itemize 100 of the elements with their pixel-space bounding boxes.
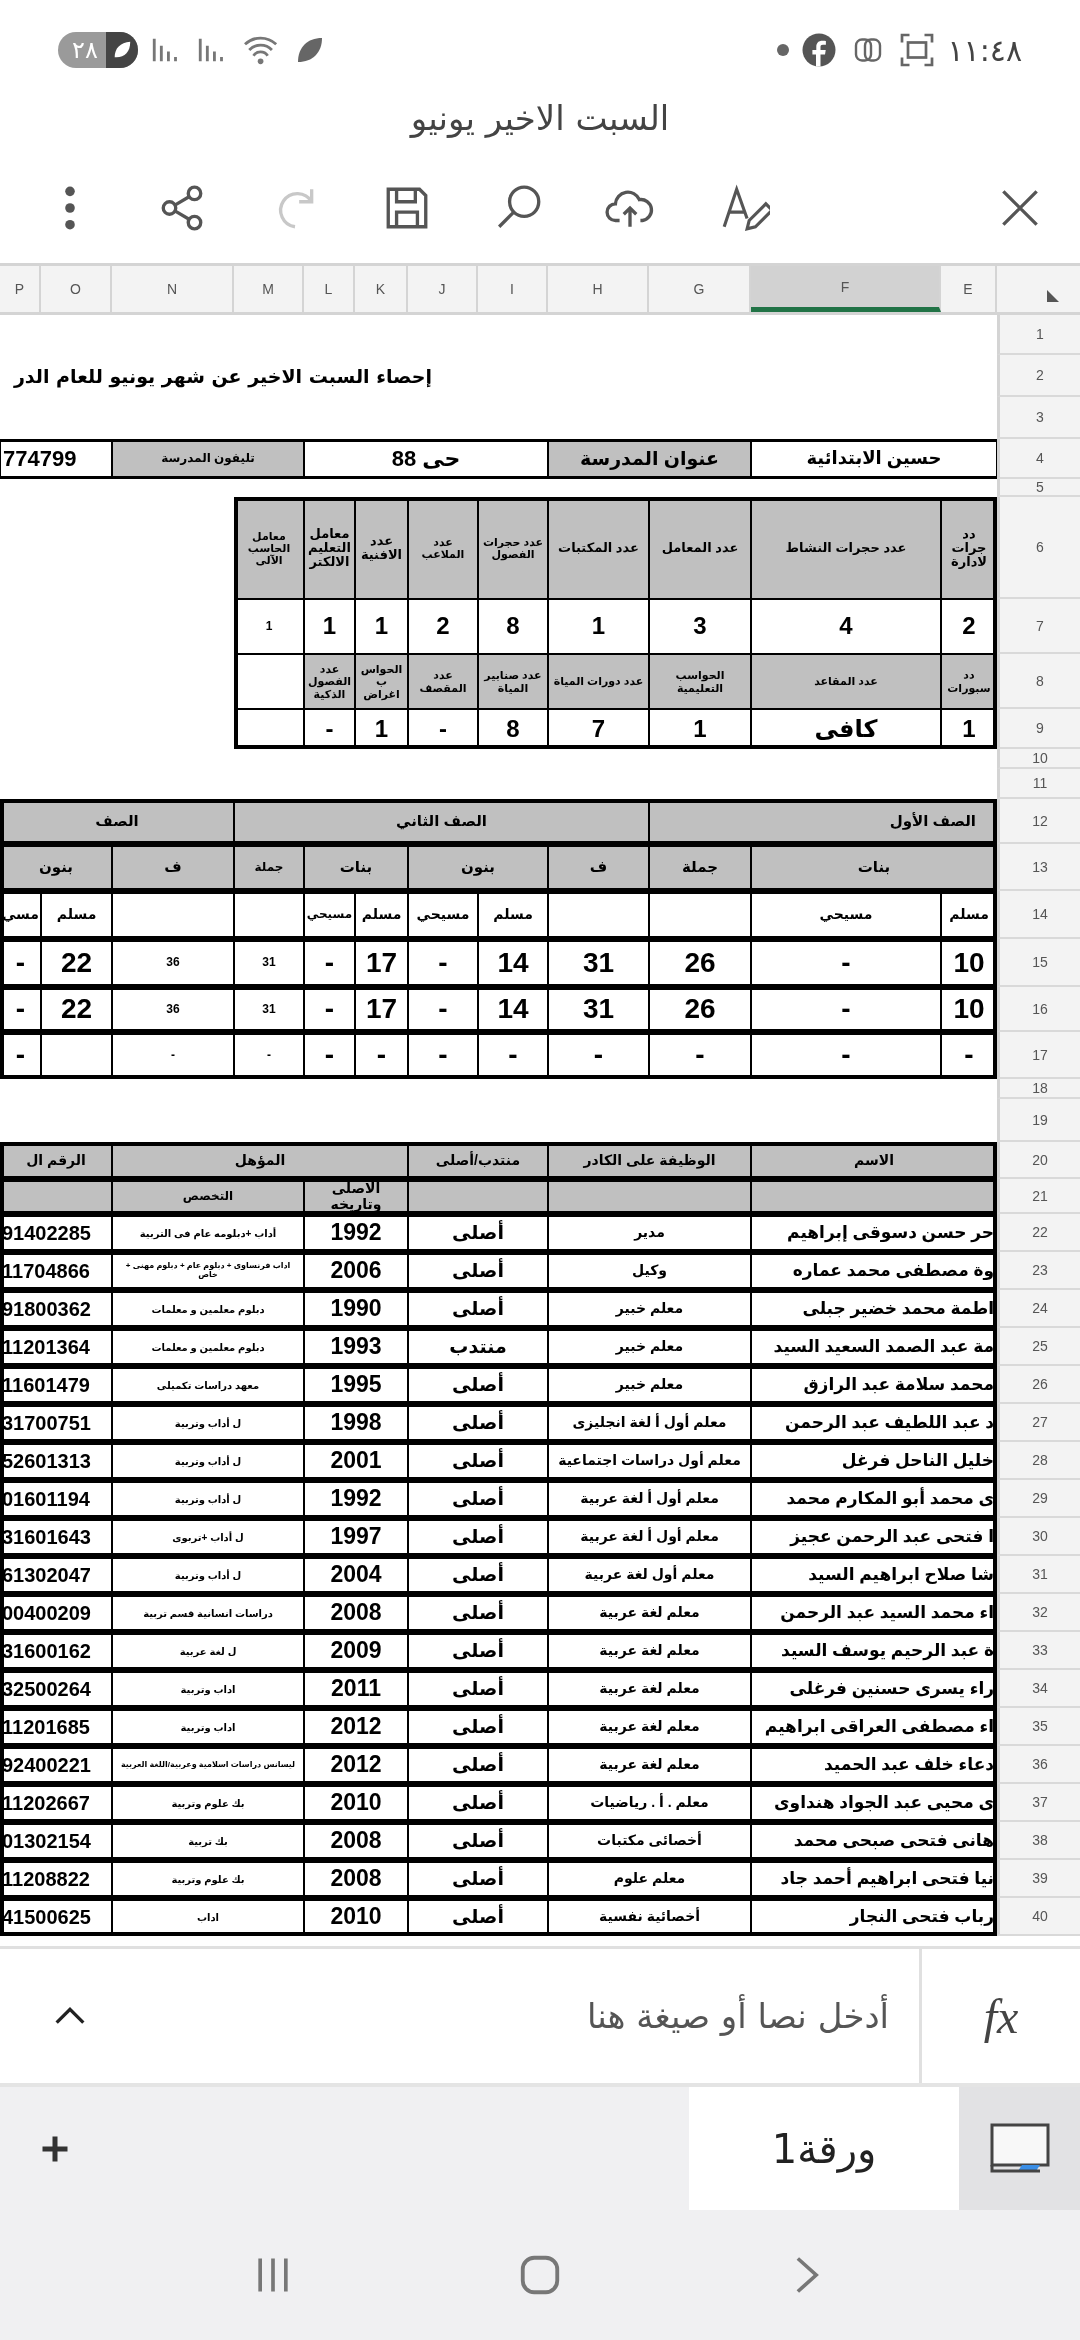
row-number[interactable]: 10 [997, 749, 1080, 769]
row-number[interactable]: 14 [997, 891, 1080, 939]
row-number[interactable]: 40 [997, 1898, 1080, 1936]
row-number[interactable]: 36 [997, 1746, 1080, 1784]
clock-text: ١١:٤٨ [947, 32, 1022, 68]
row-number[interactable]: 29 [997, 1480, 1080, 1518]
table-cell: اداب فرنساوى + دبلوم عام + دبلوم مهنى + خاص [112, 1252, 304, 1290]
header-cell: بنات [304, 844, 408, 891]
row-number[interactable]: 24 [997, 1290, 1080, 1328]
table-cell: مسيحي [304, 891, 355, 939]
table-cell: أصلى [408, 1784, 548, 1822]
row-number[interactable]: 34 [997, 1670, 1080, 1708]
table-cell: 8 [478, 599, 548, 654]
table-cell: 26 [649, 939, 751, 987]
column-header[interactable]: I [478, 266, 548, 312]
row-number[interactable]: 3 [997, 397, 1080, 439]
row-number[interactable]: 15 [997, 939, 1080, 987]
row-number[interactable]: 13 [997, 844, 1080, 891]
row-number[interactable]: 30 [997, 1518, 1080, 1556]
table-cell: مسلم [478, 891, 548, 939]
header-cell: الحواسب التعليمية [649, 654, 751, 709]
table-cell: بك تربية [112, 1822, 304, 1860]
table-cell: حى 88 [304, 439, 548, 479]
document-title: السبت الاخير يونيو [410, 97, 670, 138]
function-button[interactable]: fx [983, 1988, 1019, 2044]
table-cell: مسيحي [408, 891, 478, 939]
column-header[interactable]: N [112, 266, 234, 312]
table-cell: أصلى [408, 1670, 548, 1708]
row-number[interactable]: 27 [997, 1404, 1080, 1442]
table-cell: اداب وتربية [112, 1670, 304, 1708]
table-cell: أصلى [408, 1442, 548, 1480]
table-cell: 2004 [304, 1556, 408, 1594]
table-cell: أصلى [408, 1822, 548, 1860]
column-header[interactable]: K [355, 266, 408, 312]
column-header[interactable]: F [751, 266, 941, 312]
column-header[interactable]: M [234, 266, 304, 312]
row-number[interactable]: 6 [997, 497, 1080, 599]
table-cell: معلم علوم [548, 1860, 751, 1898]
row-number[interactable]: 20 [997, 1142, 1080, 1179]
row-number[interactable]: 17 [997, 1032, 1080, 1079]
row-number[interactable]: 33 [997, 1632, 1080, 1670]
header-cell: عدد المقاعد [751, 654, 941, 709]
column-header[interactable]: O [41, 266, 112, 312]
table-cell: 17 [355, 939, 408, 987]
table-cell: ل أداب وتربية [112, 1404, 304, 1442]
row-number[interactable]: 31 [997, 1556, 1080, 1594]
row-number[interactable]: 32 [997, 1594, 1080, 1632]
row-number[interactable]: 11 [997, 769, 1080, 799]
column-header[interactable]: J [408, 266, 478, 312]
row-number[interactable]: 25 [997, 1328, 1080, 1366]
row-number[interactable]: 21 [997, 1179, 1080, 1214]
select-all-icon[interactable] [1047, 290, 1059, 302]
row-number[interactable]: 18 [997, 1079, 1080, 1099]
table-cell: معهد دراسات تكميلى [112, 1366, 304, 1404]
row-number[interactable]: 2 [997, 355, 1080, 397]
text-edit-icon[interactable] [720, 183, 770, 233]
formula-input[interactable]: أدخل نصا أو صيغة هنا [120, 1986, 899, 2046]
row-number[interactable]: 38 [997, 1822, 1080, 1860]
table-cell: 31 [234, 987, 304, 1032]
column-header[interactable]: P [0, 266, 41, 312]
row-number[interactable]: 23 [997, 1252, 1080, 1290]
row-number[interactable]: 9 [997, 709, 1080, 749]
row-number[interactable]: 12 [997, 799, 1080, 844]
table-cell: معلم لغة عربية [548, 1632, 751, 1670]
dot-icon [777, 44, 790, 56]
row-number[interactable]: 8 [997, 654, 1080, 709]
column-header[interactable]: L [304, 266, 355, 312]
table-cell: اداب وتربية [112, 1708, 304, 1746]
row-number[interactable]: 37 [997, 1784, 1080, 1822]
table-cell: 2011 [304, 1670, 408, 1708]
row-number[interactable]: 5 [997, 479, 1080, 497]
row-number[interactable]: 7 [997, 599, 1080, 654]
row-number[interactable]: 16 [997, 987, 1080, 1032]
table-cell: مسلم [355, 891, 408, 939]
row-number[interactable]: 28 [997, 1442, 1080, 1480]
column-header[interactable]: G [649, 266, 751, 312]
table-cell: ل أداب وتربية [112, 1480, 304, 1518]
row-number[interactable]: 19 [997, 1099, 1080, 1142]
table-cell: معلم أول دراسات اجتماعية [548, 1442, 751, 1480]
table-cell: ل لغة عربية [112, 1632, 304, 1670]
row-number[interactable]: 26 [997, 1366, 1080, 1404]
table-cell: أصلى [408, 1632, 548, 1670]
row-number[interactable]: 39 [997, 1860, 1080, 1898]
row-number[interactable]: 22 [997, 1214, 1080, 1252]
sheet-tab[interactable]: ورقة1 [689, 2087, 959, 2210]
table-cell: 31 [548, 939, 649, 987]
header-cell: التخصص [112, 1179, 304, 1214]
table-cell: 14 [478, 939, 548, 987]
row-number[interactable]: 1 [997, 315, 1080, 355]
table-cell: 22 [41, 939, 112, 987]
column-header[interactable]: H [548, 266, 649, 312]
sheet-title: إحصاء السبت الاخير عن شهر يونيو للعام الدر [13, 365, 433, 387]
row-number[interactable]: 4 [997, 439, 1080, 479]
header-cell: عدد المقصف [408, 654, 478, 709]
table-cell: ل أداب وتربية [112, 1556, 304, 1594]
header-cell: ف [112, 844, 234, 891]
header-cell: بنون [408, 844, 548, 891]
table-cell: أصلى [408, 1366, 548, 1404]
sheet-view-button[interactable] [959, 2087, 1080, 2210]
row-number[interactable]: 35 [997, 1708, 1080, 1746]
